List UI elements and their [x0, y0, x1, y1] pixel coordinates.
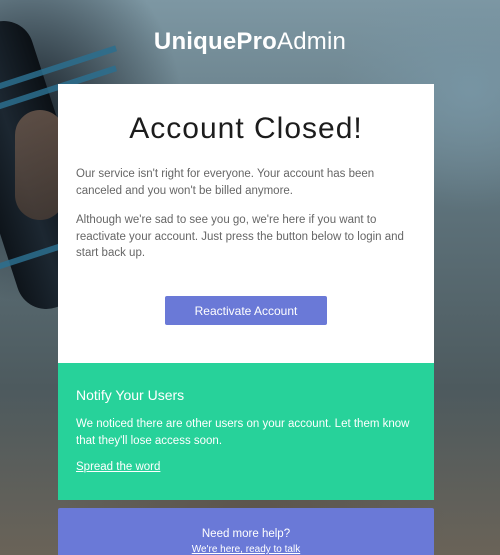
cancellation-message: Our service isn't right for everyone. Yo…	[76, 168, 375, 197]
contact-support-link[interactable]: We're here, ready to talk	[58, 544, 434, 555]
reactivate-account-button[interactable]: Reactivate Account	[165, 296, 327, 325]
notify-users-title: Notify Your Users	[76, 387, 185, 403]
notify-users-message: We noticed there are other users on your…	[76, 418, 410, 447]
page-title: Account Closed!	[129, 112, 363, 145]
spread-the-word-link[interactable]: Spread the word	[76, 461, 160, 473]
notify-users-card: Notify Your Users We noticed there are o…	[58, 363, 434, 500]
brand-name-bold: UniquePro	[153, 28, 278, 55]
brand-name-light: Admin	[277, 28, 347, 55]
help-card: Need more help? We're here, ready to tal…	[58, 508, 434, 555]
help-title: Need more help?	[201, 528, 291, 540]
brand-logo: UniqueProAdmin	[0, 28, 500, 56]
account-closed-card: Account Closed! Our service isn't right …	[58, 84, 434, 363]
reactivation-message: Although we're sad to see you go, we're …	[76, 214, 404, 259]
